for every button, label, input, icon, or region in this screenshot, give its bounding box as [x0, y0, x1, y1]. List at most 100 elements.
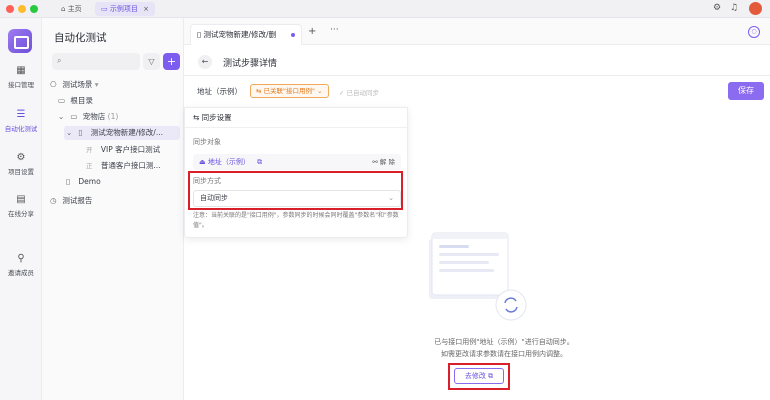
- sidebar: 自动化测试 ⌕ ▽ + ⎔ 测试场景 ▾ ▭ 根目录 ⌄ ▭ 宠物店 (1) ⌄…: [42, 18, 184, 400]
- tree-item-label: Demo: [78, 177, 101, 186]
- search-icon: ⌕: [57, 56, 62, 65]
- linked-case-dropdown[interactable]: ⇆ 已关联"接口用例" ⌄: [250, 84, 329, 98]
- sync-illustration: [429, 232, 527, 321]
- tree-item-pet-store[interactable]: ⌄ ▭ 宠物店 (1): [58, 110, 118, 124]
- chevron-down-icon: ⌄: [58, 112, 65, 121]
- close-tab-icon[interactable]: ×: [143, 5, 149, 13]
- document-icon: ▯: [66, 177, 71, 186]
- api-case-icon: ⏏: [199, 158, 208, 166]
- search-input[interactable]: ⌕: [52, 53, 140, 70]
- back-button[interactable]: ←: [198, 55, 212, 69]
- home-tab[interactable]: ⌂ 主页: [55, 2, 88, 16]
- page-header: ← 测试步骤详情: [184, 46, 770, 76]
- add-button[interactable]: +: [163, 53, 180, 70]
- step-toolbar: 地址（示例） ⇆ 已关联"接口用例" ⌄ ✓ 已自动同步 保存: [184, 77, 770, 107]
- step-type-tag: 正: [86, 162, 93, 170]
- check-icon: ✓: [339, 89, 347, 97]
- bell-icon[interactable]: ♫: [730, 3, 738, 13]
- folder-icon: ▭: [101, 5, 108, 13]
- settings-icon: ⚙: [16, 152, 26, 163]
- tree-item-test-scenarios[interactable]: ⎔ 测试场景 ▾: [50, 78, 99, 92]
- tree-item-label: 宠物店: [82, 112, 106, 121]
- external-link-icon[interactable]: ⧉: [257, 158, 262, 166]
- sync-mode-value: 自动同步: [200, 194, 228, 202]
- tab-label: 测试宠物新建/修改/删: [203, 30, 277, 39]
- rail-item-automation[interactable]: ☰ 自动化测试: [0, 109, 42, 134]
- plus-icon: +: [166, 55, 177, 68]
- empty-state-line: 已与接口用例"地址（示例）"进行自动同步。: [434, 338, 574, 346]
- main-content: ▯ 测试宠物新建/修改/删 + ··· ○ ← 测试步骤详情 地址（示例） ⇆ …: [184, 18, 770, 400]
- save-button[interactable]: 保存: [728, 82, 764, 100]
- tree-item-label: 测试报告: [62, 196, 93, 205]
- caret-down-icon: ▾: [94, 80, 99, 89]
- new-tab-button[interactable]: +: [308, 26, 316, 37]
- maximize-window-button[interactable]: [30, 5, 38, 13]
- tree-item-count: (1): [107, 112, 119, 121]
- step-name: 地址（示例）: [197, 87, 242, 96]
- filter-button[interactable]: ▽: [143, 53, 160, 70]
- sync-target: ⏏ 地址（示例） ⧉ ⚯ 解 除: [193, 154, 401, 170]
- tree-item-test-case[interactable]: ⌄ ▯ 测试宠物新建/修改/...: [64, 126, 180, 140]
- report-icon: ◷: [50, 196, 57, 205]
- close-window-button[interactable]: [6, 5, 14, 13]
- automation-icon: ☰: [16, 109, 26, 120]
- sync-mode-select[interactable]: 自动同步 ⌄: [193, 190, 401, 207]
- tab-bar: ▯ 测试宠物新建/修改/删 + ··· ○: [184, 18, 770, 45]
- link-icon: ⇆: [256, 87, 264, 95]
- rail-item-api[interactable]: ▦ 接口管理: [0, 65, 42, 90]
- chevron-down-icon: ⌄: [388, 194, 394, 202]
- sync-target-link[interactable]: 地址（示例）: [208, 158, 250, 166]
- empty-state-line: 如需更改请求参数请在接口用例内调整。: [441, 350, 567, 358]
- rail-item-invite[interactable]: ⚲ 邀请成员: [0, 253, 42, 278]
- go-edit-button[interactable]: 去修改 ⧉: [454, 368, 504, 384]
- rail-item-label: 接口管理: [8, 81, 34, 89]
- rail-item-label: 自动化测试: [4, 125, 38, 133]
- sync-target-label: 同步对象: [193, 138, 221, 146]
- sync-settings-panel: ⇆ 同步设置 同步对象 ⏏ 地址（示例） ⧉ ⚯ 解 除 同步方式 自动同步 ⌄…: [184, 107, 408, 238]
- empty-state-text: 已与接口用例"地址（示例）"进行自动同步。 如需更改请求参数请在接口用例内调整。: [354, 336, 654, 360]
- tree-item-label: VIP 客户接口测试: [100, 145, 161, 154]
- rail-item-share[interactable]: ▤ 在线分享: [0, 194, 42, 219]
- go-edit-label: 去修改: [464, 372, 486, 380]
- auto-sync-status: ✓ 已自动同步: [339, 87, 379, 97]
- sync-note: 注意：当前关联的是"接口用例"，参数同步的时候会同时覆盖"参数名"和"参数值"。: [193, 212, 399, 229]
- window-titlebar: ⌂ 主页 ▭ 示例项目 × ⚙ ♫: [0, 0, 770, 18]
- sync-status-icon[interactable]: ○: [748, 26, 760, 38]
- tab-test-case[interactable]: ▯ 测试宠物新建/修改/删: [190, 24, 302, 45]
- sync-icon: ⇆: [193, 113, 202, 122]
- folder-icon: ▭: [58, 96, 66, 105]
- tree-item-demo[interactable]: ▯ Demo: [66, 175, 101, 189]
- app-nav-rail: ▦ 接口管理 ☰ 自动化测试 ⚙ 项目设置 ▤ 在线分享 ⚲ 邀请成员: [0, 18, 42, 400]
- tree-item-test-reports[interactable]: ◷ 测试报告: [50, 194, 92, 208]
- tree-item-root-dir[interactable]: ▭ 根目录: [58, 94, 93, 108]
- chevron-down-icon: ⌄: [66, 128, 73, 137]
- chevron-down-icon: ⌄: [317, 87, 323, 95]
- step-type-tag: 开: [86, 146, 93, 154]
- filter-icon: ▽: [148, 57, 155, 66]
- gear-icon[interactable]: ⚙: [713, 3, 721, 13]
- tree-item-label: 测试场景: [62, 80, 93, 89]
- minimize-window-button[interactable]: [18, 5, 26, 13]
- scenario-icon: ⎔: [50, 80, 57, 89]
- unlink-label: 解 除: [379, 158, 395, 166]
- sync-mode-label: 同步方式: [193, 177, 221, 185]
- avatar[interactable]: [749, 2, 762, 15]
- document-icon: ▯: [78, 128, 83, 137]
- project-tab[interactable]: ▭ 示例项目 ×: [95, 2, 155, 16]
- folder-open-icon: ▭: [70, 112, 78, 121]
- linked-badge-label: 已关联"接口用例": [263, 87, 315, 95]
- more-icon[interactable]: ···: [330, 25, 339, 35]
- rail-item-label: 在线分享: [8, 210, 34, 218]
- home-icon: ⌂: [61, 5, 66, 13]
- tree-item-label: 测试宠物新建/修改/...: [90, 128, 163, 137]
- tree-item-step-normal[interactable]: 正 普通客户接口测...: [86, 159, 161, 173]
- page-title: 测试步骤详情: [223, 59, 278, 69]
- tree-item-step-vip[interactable]: 开 VIP 客户接口测试: [86, 143, 160, 157]
- rail-item-settings[interactable]: ⚙ 项目设置: [0, 152, 42, 177]
- invite-icon: ⚲: [17, 253, 25, 264]
- api-icon: ▦: [16, 65, 26, 76]
- home-tab-label: 主页: [67, 5, 82, 13]
- share-icon: ▤: [16, 194, 26, 205]
- panel-title: 同步设置: [201, 113, 232, 122]
- unlink-button[interactable]: ⚯ 解 除: [372, 154, 395, 170]
